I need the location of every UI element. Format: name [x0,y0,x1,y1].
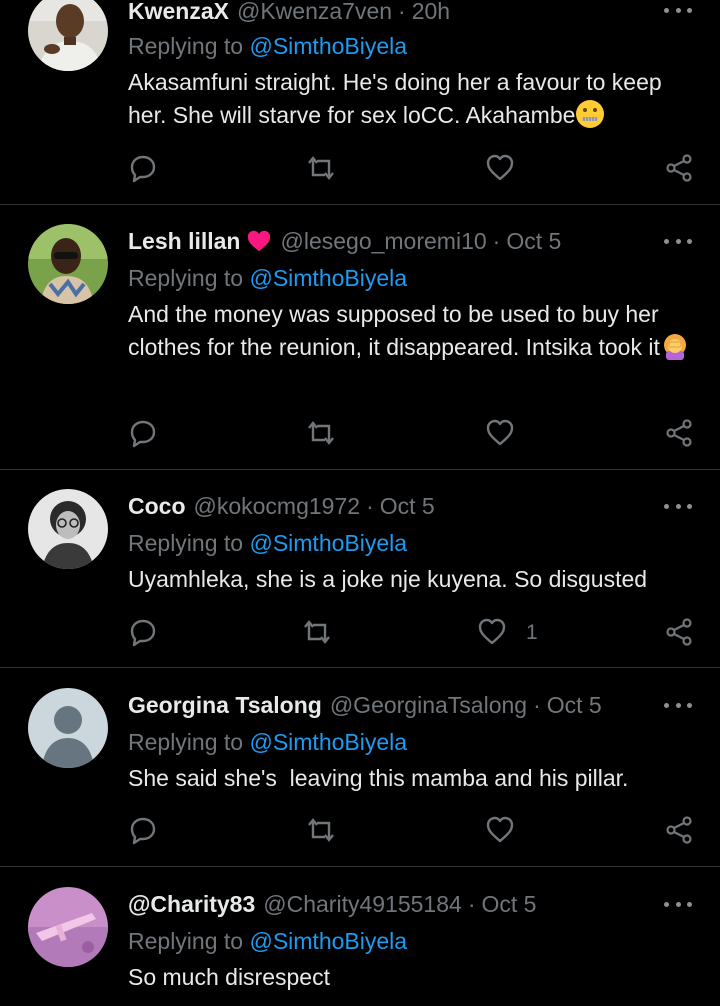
tweet-text: Uyamhleka, she is a joke nje kuyena. So … [128,563,698,596]
more-options-icon[interactable] [664,695,692,715]
retweet-icon[interactable] [306,418,336,448]
avatar[interactable] [28,224,108,304]
replying-to-label: Replying to [128,265,250,291]
tweet[interactable]: Georgina Tsalong @GeorginaTsalong · Oct … [0,668,720,866]
tweet-header: Georgina Tsalong @GeorginaTsalong · Oct … [128,690,602,720]
user-handle[interactable]: @Kwenza7ven [237,0,392,25]
like-heart-icon[interactable] [485,815,515,845]
tweet-text-content: So much disrespect [128,964,330,990]
more-options-icon[interactable] [664,894,692,914]
replying-to: Replying to @SimthoBiyela [128,928,407,955]
separator-dot: · [366,492,374,519]
tweet-text-content: And the money was supposed to be used to… [128,301,660,360]
replying-to: Replying to @SimthoBiyela [128,265,407,292]
like-heart-icon[interactable] [485,153,515,183]
separator-dot: · [398,0,406,24]
replying-to: Replying to @SimthoBiyela [128,729,407,756]
timestamp[interactable]: Oct 5 [380,493,435,520]
tweet-header: KwenzaX @Kwenza7ven · 20h [128,0,450,26]
tweet-text-content: Uyamhleka, she is a joke nje kuyena. So … [128,566,648,592]
mention-link[interactable]: @SimthoBiyela [249,33,407,59]
replying-to-label: Replying to [128,33,250,59]
user-handle[interactable]: @Charity49155184 [263,891,462,918]
replying-to-label: Replying to [128,530,250,556]
tweet[interactable]: @Charity83 @Charity49155184 · Oct 5 Repl… [0,867,720,1006]
avatar[interactable] [28,887,108,967]
retweet-icon[interactable] [306,153,336,183]
tweet-text-content: She said she's leaving this mamba and hi… [128,765,629,791]
display-name[interactable]: Lesh lillan [128,228,240,255]
tweet[interactable]: KwenzaX @Kwenza7ven · 20h Replying to @S… [0,0,720,204]
red-heart-icon [246,229,272,253]
timestamp[interactable]: Oct 5 [481,891,536,918]
user-handle[interactable]: @kokocmg1972 [194,493,361,520]
reply-icon[interactable] [128,617,158,647]
tweet-text: Akasamfuni straight. He's doing her a fa… [128,66,698,132]
mention-link[interactable]: @SimthoBiyela [249,729,407,755]
avatar[interactable] [28,0,108,71]
avatar[interactable] [28,489,108,569]
display-name[interactable]: Coco [128,493,186,520]
retweet-icon[interactable] [306,815,336,845]
mention-link[interactable]: @SimthoBiyela [249,265,407,291]
tweet[interactable]: Coco @kokocmg1972 · Oct 5 Replying to @S… [0,470,720,667]
user-handle[interactable]: @lesego_moremi10 [280,228,486,255]
replying-to: Replying to @SimthoBiyela [128,530,407,557]
more-options-icon[interactable] [664,231,692,251]
separator-dot: · [533,691,541,718]
like-heart-icon[interactable] [485,418,515,448]
tweet[interactable]: Lesh lillan @lesego_moremi10 · Oct 5 Rep… [0,205,720,469]
tweet-text: And the money was supposed to be used to… [128,298,698,364]
tweet-text: She said she's leaving this mamba and hi… [128,762,698,795]
like-count: 1 [526,621,538,644]
share-icon[interactable] [664,153,694,183]
tweet-header: Coco @kokocmg1972 · Oct 5 [128,491,435,521]
timestamp[interactable]: Oct 5 [506,228,561,255]
replying-to-label: Replying to [128,729,250,755]
reply-icon[interactable] [128,815,158,845]
user-handle[interactable]: @GeorginaTsalong [330,692,527,719]
share-icon[interactable] [664,418,694,448]
avatar[interactable] [28,688,108,768]
display-name[interactable]: Georgina Tsalong [128,692,322,719]
share-icon[interactable] [664,617,694,647]
tweet-text: So much disrespect [128,961,698,994]
mention-link[interactable]: @SimthoBiyela [249,530,407,556]
separator-dot: · [467,890,476,917]
more-options-icon[interactable] [664,496,692,516]
timestamp[interactable]: Oct 5 [547,692,602,719]
more-options-icon[interactable] [664,0,692,20]
replying-to: Replying to @SimthoBiyela [128,33,407,60]
person-facepalming-icon [660,331,690,361]
retweet-icon[interactable] [302,617,332,647]
like-heart-icon[interactable] [477,617,507,647]
separator-dot: · [492,227,501,254]
reply-icon[interactable] [128,153,158,183]
display-name[interactable]: @Charity83 [128,891,255,918]
tweet-header: @Charity83 @Charity49155184 · Oct 5 [128,889,536,919]
replying-to-label: Replying to [128,928,250,954]
share-icon[interactable] [664,815,694,845]
tweet-header: Lesh lillan @lesego_moremi10 · Oct 5 [128,226,561,256]
mention-link[interactable]: @SimthoBiyela [249,928,407,954]
timestamp[interactable]: 20h [412,0,450,25]
zipper-mouth-face-icon [575,99,605,129]
reply-icon[interactable] [128,418,158,448]
display-name[interactable]: KwenzaX [128,0,229,25]
